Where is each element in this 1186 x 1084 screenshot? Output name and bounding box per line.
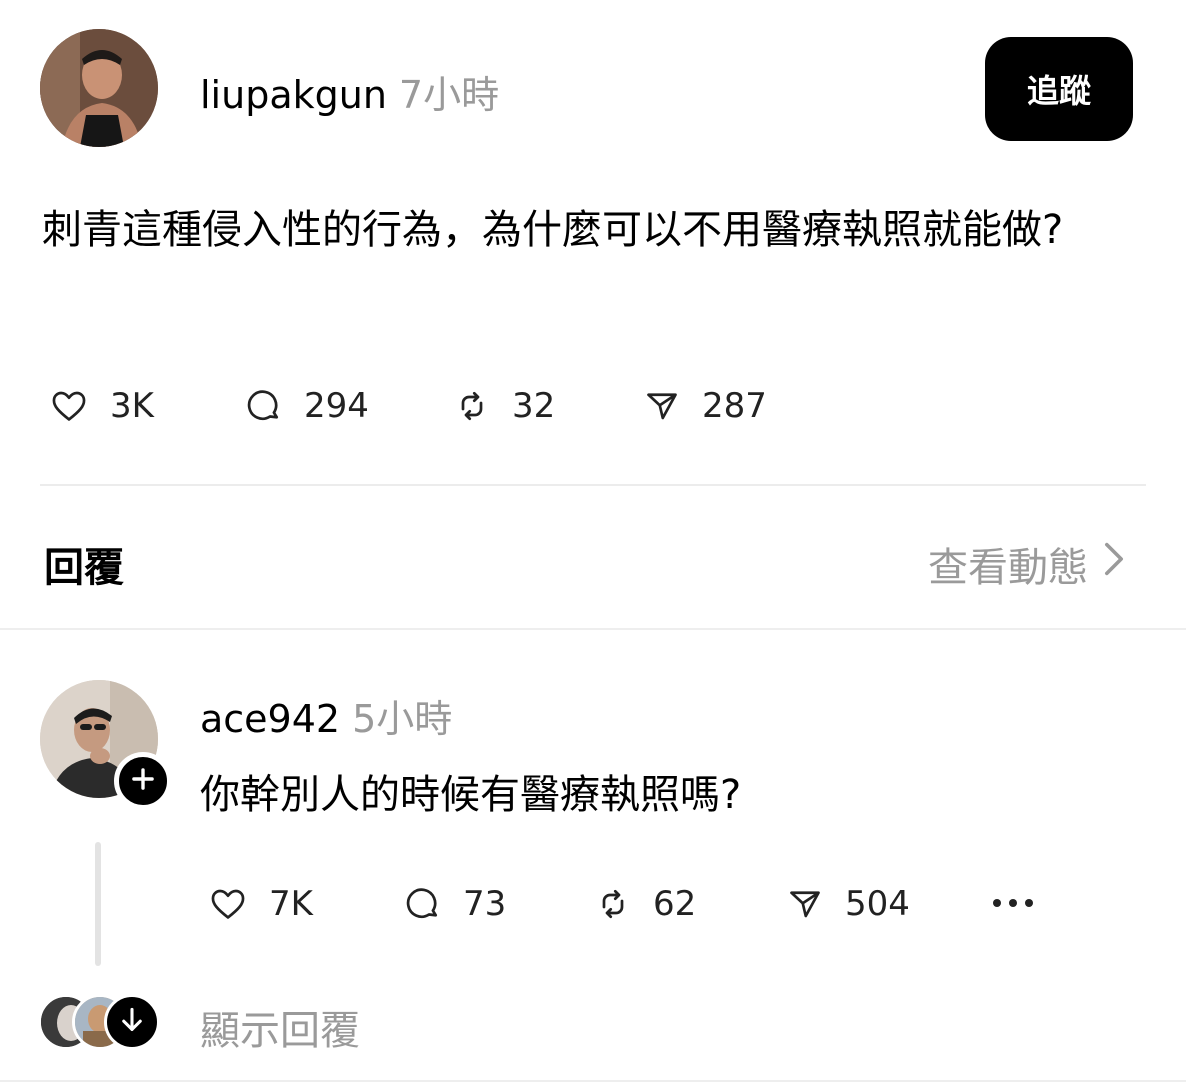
plus-icon xyxy=(130,766,156,796)
send-icon xyxy=(787,886,823,922)
reply-comment-count: 73 xyxy=(463,884,507,924)
reply-repost-button[interactable]: 62 xyxy=(595,884,787,924)
reply-share-count: 504 xyxy=(845,884,910,924)
post-header: liupakgun 7小時 xyxy=(200,64,499,119)
post-time: 7小時 xyxy=(398,73,500,117)
chevron-right-icon xyxy=(1102,541,1126,587)
repost-icon xyxy=(595,886,631,922)
heart-icon xyxy=(209,885,247,923)
post-username[interactable]: liupakgun xyxy=(200,73,387,117)
follow-button[interactable]: 追蹤 xyxy=(985,37,1133,141)
follow-plus-button[interactable] xyxy=(114,752,172,810)
reply-username[interactable]: ace942 xyxy=(200,697,340,741)
send-icon xyxy=(644,388,680,424)
reply-actions: 7K 73 62 504 xyxy=(209,884,910,924)
view-activity-label: 查看動態 xyxy=(928,545,1088,591)
share-button[interactable]: 287 xyxy=(644,386,767,426)
arrow-down-icon xyxy=(120,1007,144,1037)
post-text: 刺青這種侵入性的行為，為什麼可以不用醫療執照就能做? xyxy=(42,207,1064,253)
reply-like-count: 7K xyxy=(269,884,313,924)
show-replies-down-button[interactable] xyxy=(104,994,160,1050)
reply-repost-count: 62 xyxy=(653,884,697,924)
show-replies-link[interactable]: 顯示回覆 xyxy=(200,998,360,1056)
heart-icon xyxy=(50,387,88,425)
like-button[interactable]: 3K xyxy=(50,386,246,426)
section-divider xyxy=(0,628,1186,630)
more-dots-icon xyxy=(990,899,1036,918)
reply-like-button[interactable]: 7K xyxy=(209,884,405,924)
reply-text: 你幹別人的時候有醫療執照嗎? xyxy=(200,772,742,818)
more-options-button[interactable] xyxy=(990,892,1036,918)
like-count: 3K xyxy=(110,386,154,426)
replies-title: 回覆 xyxy=(44,545,124,591)
reply-avatars-stack[interactable] xyxy=(38,994,168,1050)
comment-bubble-icon xyxy=(405,886,441,922)
thread-line xyxy=(95,842,101,966)
bottom-divider xyxy=(0,1080,1186,1082)
comment-bubble-icon xyxy=(246,388,282,424)
reply-share-button[interactable]: 504 xyxy=(787,884,910,924)
comment-button[interactable]: 294 xyxy=(246,386,454,426)
reply-time: 5小時 xyxy=(352,697,453,741)
divider xyxy=(40,484,1146,486)
post-actions: 3K 294 32 287 xyxy=(50,386,767,426)
post-author-avatar[interactable] xyxy=(40,29,158,147)
comment-count: 294 xyxy=(304,386,369,426)
view-activity-link[interactable]: 查看動態 xyxy=(928,535,1126,593)
share-count: 287 xyxy=(702,386,767,426)
repost-count: 32 xyxy=(512,386,556,426)
repost-icon xyxy=(454,388,490,424)
reply-header: ace942 5小時 xyxy=(200,688,452,743)
reply-comment-button[interactable]: 73 xyxy=(405,884,595,924)
threads-post-page: liupakgun 7小時 追蹤 刺青這種侵入性的行為，為什麼可以不用醫療執照就… xyxy=(0,0,1186,1084)
repost-button[interactable]: 32 xyxy=(454,386,644,426)
